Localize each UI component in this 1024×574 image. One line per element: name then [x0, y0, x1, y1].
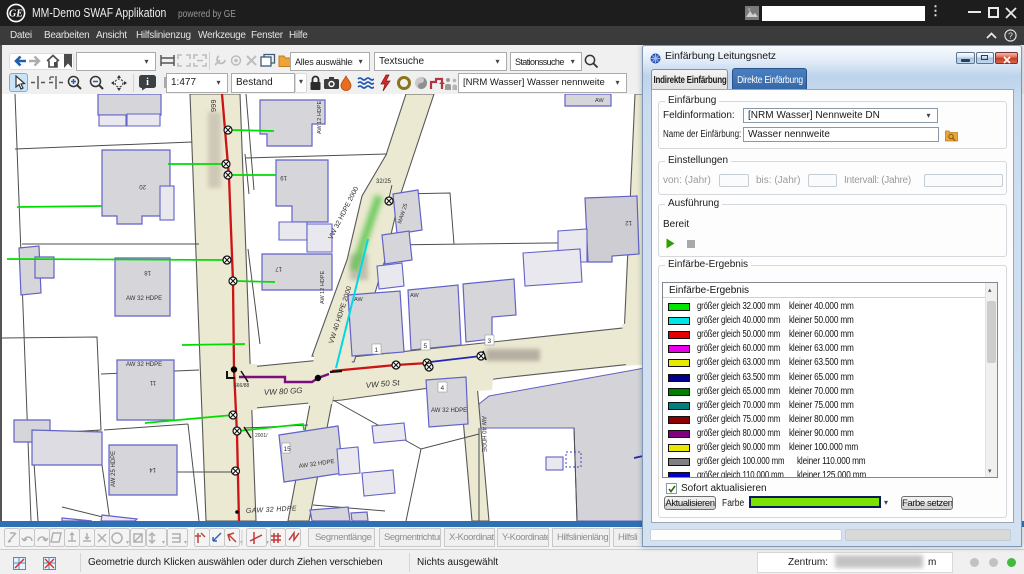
svg-text:3: 3	[488, 338, 492, 345]
svg-text:AW 32 HDPE: AW 32 HDPE	[431, 408, 467, 414]
svg-text:AW: AW	[410, 293, 419, 299]
svg-text:12: 12	[625, 219, 632, 225]
svg-text:▾: ▾	[266, 540, 269, 546]
svg-text:17: 17	[275, 265, 282, 271]
svg-text:AW 12 HDPE: AW 12 HDPE	[320, 271, 326, 304]
svg-text:AW 32 HDPE: AW 32 HDPE	[126, 296, 162, 302]
svg-text:5: 5	[424, 343, 428, 350]
svg-text:11: 11	[149, 379, 156, 385]
svg-text:20: 20	[139, 183, 146, 189]
svg-text:AW 32 HDPE: AW 32 HDPE	[126, 362, 162, 368]
svg-text:?: ?	[1008, 30, 1013, 40]
svg-text:15: 15	[284, 446, 292, 453]
svg-text:14: 14	[149, 466, 156, 472]
svg-text:19: 19	[280, 174, 287, 180]
svg-text:1: 1	[375, 347, 379, 354]
svg-text:4: 4	[441, 385, 445, 392]
svg-text:999: 999	[209, 99, 218, 112]
svg-text:666/88: 666/88	[234, 383, 250, 389]
svg-text:18: 18	[144, 269, 151, 275]
svg-text:2001/: 2001/	[255, 433, 268, 439]
svg-text:GE: GE	[9, 9, 23, 20]
svg-text:i: i	[146, 77, 149, 88]
svg-text:AW: AW	[354, 297, 363, 303]
svg-text:32/25: 32/25	[376, 179, 392, 185]
svg-text:▾: ▾	[126, 540, 129, 546]
svg-text:AW 25 HDPE: AW 25 HDPE	[111, 451, 117, 487]
svg-text:AW 40 HDPE: AW 40 HDPE	[480, 416, 486, 452]
svg-text:AW 12 HDPE: AW 12 HDPE	[317, 101, 323, 134]
svg-text:▾: ▾	[184, 540, 187, 546]
svg-text:▾: ▾	[162, 540, 165, 546]
svg-text:AW: AW	[595, 98, 604, 104]
